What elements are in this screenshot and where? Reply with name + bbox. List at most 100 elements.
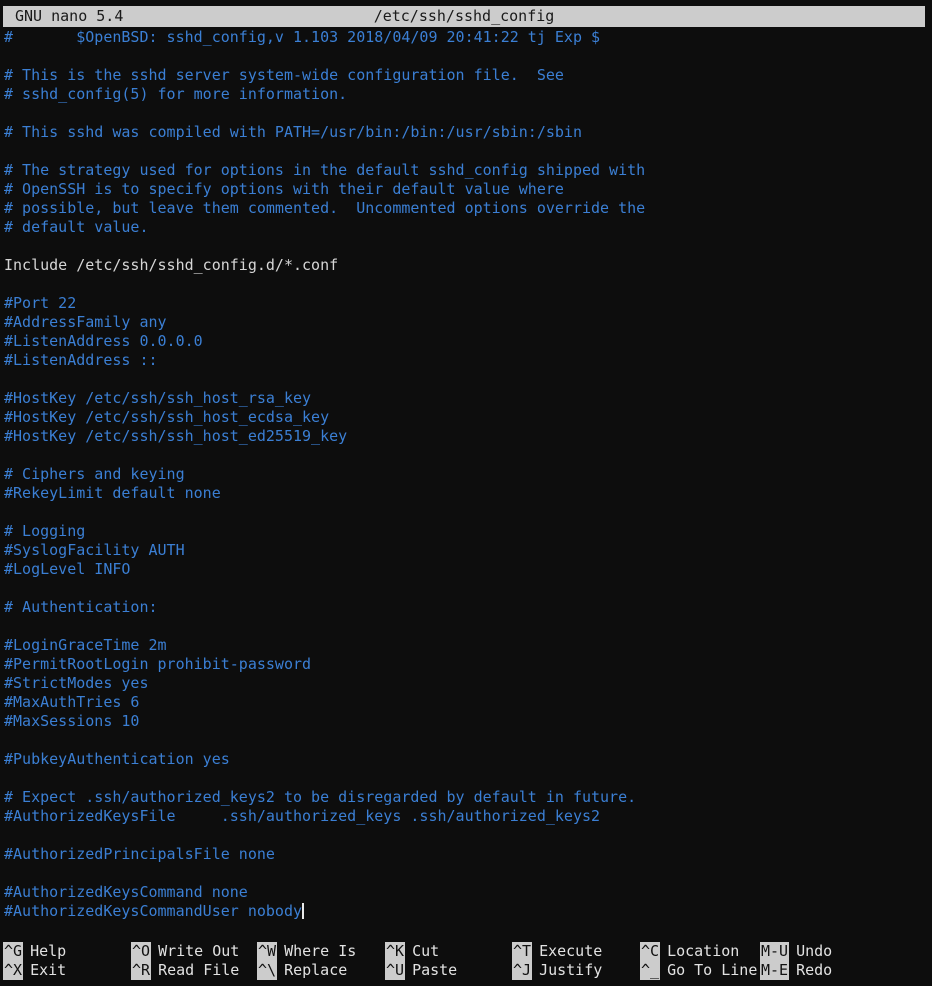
editor-line[interactable]: # Logging <box>4 522 932 541</box>
editor-line[interactable] <box>4 864 932 883</box>
shortcut-label: Help <box>30 942 67 960</box>
editor-line[interactable]: #MaxSessions 10 <box>4 712 932 731</box>
editor-line-text: #HostKey /etc/ssh/ssh_host_rsa_key <box>4 389 312 407</box>
editor-line[interactable]: # OpenSSH is to specify options with the… <box>4 180 932 199</box>
editor-line[interactable] <box>4 370 932 389</box>
editor-line[interactable]: #HostKey /etc/ssh/ssh_host_rsa_key <box>4 389 932 408</box>
editor-line-text: #ListenAddress :: <box>4 351 158 369</box>
shortcut-item-exit[interactable]: ^X Exit <box>3 961 66 980</box>
shortcut-label: Cut <box>412 942 440 960</box>
editor-line[interactable] <box>4 826 932 845</box>
editor-line[interactable]: #AuthorizedKeysCommandUser nobody <box>4 902 932 921</box>
shortcut-item-justify[interactable]: ^J Justify <box>512 961 602 980</box>
editor-line-text: #ListenAddress 0.0.0.0 <box>4 332 203 350</box>
shortcut-label: Location <box>667 942 740 960</box>
shortcut-label: Go To Line <box>667 961 758 979</box>
shortcut-keycap: ^W <box>257 942 278 961</box>
shortcut-item-undo[interactable]: M-U Undo <box>760 942 832 961</box>
editor-line[interactable]: # sshd_config(5) for more information. <box>4 85 932 104</box>
editor-text-area[interactable]: # $OpenBSD: sshd_config,v 1.103 2018/04/… <box>0 28 932 933</box>
editor-line-text: #LoginGraceTime 2m <box>4 636 167 654</box>
editor-line[interactable]: #StrictModes yes <box>4 674 932 693</box>
editor-line[interactable]: #ListenAddress :: <box>4 351 932 370</box>
shortcut-item-redo[interactable]: M-E Redo <box>760 961 832 980</box>
editor-line[interactable]: # Expect .ssh/authorized_keys2 to be dis… <box>4 788 932 807</box>
editor-line-text: #LogLevel INFO <box>4 560 131 578</box>
shortcut-label: Exit <box>30 961 67 979</box>
editor-line[interactable]: #LoginGraceTime 2m <box>4 636 932 655</box>
editor-line-text: # This is the sshd server system-wide co… <box>4 66 564 84</box>
editor-line[interactable]: #SyslogFacility AUTH <box>4 541 932 560</box>
editor-line[interactable] <box>4 237 932 256</box>
editor-line[interactable] <box>4 446 932 465</box>
shortcut-item-location[interactable]: ^C Location <box>640 942 757 961</box>
editor-line-text: #Port 22 <box>4 294 77 312</box>
shortcut-item-execute[interactable]: ^T Execute <box>512 942 602 961</box>
shortcut-keycap: ^T <box>512 942 533 961</box>
editor-line[interactable]: #AddressFamily any <box>4 313 932 332</box>
shortcut-item-help[interactable]: ^G Help <box>3 942 66 961</box>
shortcut-column: ^C Location ^_ Go To Line <box>640 942 757 980</box>
editor-line[interactable]: #ListenAddress 0.0.0.0 <box>4 332 932 351</box>
editor-line[interactable]: #HostKey /etc/ssh/ssh_host_ecdsa_key <box>4 408 932 427</box>
editor-line[interactable]: # The strategy used for options in the d… <box>4 161 932 180</box>
editor-line[interactable]: #AuthorizedKeysFile .ssh/authorized_keys… <box>4 807 932 826</box>
editor-line[interactable] <box>4 503 932 522</box>
editor-line-text: #MaxSessions 10 <box>4 712 140 730</box>
editor-line[interactable]: Include /etc/ssh/sshd_config.d/*.conf <box>4 256 932 275</box>
editor-line[interactable]: #AuthorizedKeysCommand none <box>4 883 932 902</box>
shortcut-item-where-is[interactable]: ^W Where Is <box>257 942 356 961</box>
editor-line[interactable]: #AuthorizedPrincipalsFile none <box>4 845 932 864</box>
editor-line[interactable]: #HostKey /etc/ssh/ssh_host_ed25519_key <box>4 427 932 446</box>
editor-line-text: # sshd_config(5) for more information. <box>4 85 348 103</box>
shortcut-label: Redo <box>796 961 833 979</box>
app-version-label: GNU nano 5.4 <box>15 7 124 25</box>
editor-line[interactable]: #PermitRootLogin prohibit-password <box>4 655 932 674</box>
shortcut-item-paste[interactable]: ^U Paste <box>385 961 457 980</box>
editor-line-text: # Ciphers and keying <box>4 465 185 483</box>
editor-line[interactable] <box>4 104 932 123</box>
editor-line[interactable] <box>4 731 932 750</box>
editor-line[interactable] <box>4 617 932 636</box>
editor-line[interactable]: # possible, but leave them commented. Un… <box>4 199 932 218</box>
shortcut-item-write-out[interactable]: ^O Write Out <box>131 942 239 961</box>
editor-line[interactable]: # Authentication: <box>4 598 932 617</box>
editor-line[interactable] <box>4 142 932 161</box>
editor-line[interactable]: #Port 22 <box>4 294 932 313</box>
shortcut-keycap: ^G <box>3 942 24 961</box>
editor-line[interactable]: #LogLevel INFO <box>4 560 932 579</box>
shortcut-label: Read File <box>158 961 240 979</box>
editor-line[interactable] <box>4 47 932 66</box>
shortcut-label: Paste <box>412 961 458 979</box>
editor-line[interactable]: # This is the sshd server system-wide co… <box>4 66 932 85</box>
editor-line[interactable] <box>4 579 932 598</box>
editor-line-text: #PermitRootLogin prohibit-password <box>4 655 312 673</box>
shortcut-item-go-to-line[interactable]: ^_ Go To Line <box>640 961 757 980</box>
shortcut-item-read-file[interactable]: ^R Read File <box>131 961 239 980</box>
editor-line-text: #RekeyLimit default none <box>4 484 221 502</box>
shortcut-column: ^O Write Out ^R Read File <box>131 942 239 980</box>
shortcut-column: ^T Execute ^J Justify <box>512 942 602 980</box>
shortcut-item-cut[interactable]: ^K Cut <box>385 942 457 961</box>
editor-line[interactable] <box>4 275 932 294</box>
editor-line-text: # OpenSSH is to specify options with the… <box>4 180 564 198</box>
shortcut-item-replace[interactable]: ^\ Replace <box>257 961 356 980</box>
editor-line[interactable]: # default value. <box>4 218 932 237</box>
editor-line-text: #AuthorizedKeysFile .ssh/authorized_keys… <box>4 807 601 825</box>
editor-line-text: Include /etc/ssh/sshd_config.d/*.conf <box>4 256 339 274</box>
editor-line-text: #StrictModes yes <box>4 674 149 692</box>
editor-line[interactable] <box>4 769 932 788</box>
shortcut-keycap: ^_ <box>640 961 661 980</box>
editor-line[interactable]: # This sshd was compiled with PATH=/usr/… <box>4 123 932 142</box>
shortcut-keycap: M-U <box>760 942 790 961</box>
title-bar: GNU nano 5.4 /etc/ssh/sshd_config <box>3 6 925 27</box>
filename-label: /etc/ssh/sshd_config <box>373 7 555 25</box>
editor-line[interactable]: # Ciphers and keying <box>4 465 932 484</box>
editor-line[interactable]: #RekeyLimit default none <box>4 484 932 503</box>
editor-line[interactable]: #MaxAuthTries 6 <box>4 693 932 712</box>
shortcut-keycap: M-E <box>760 961 790 980</box>
editor-line[interactable]: # $OpenBSD: sshd_config,v 1.103 2018/04/… <box>4 28 932 47</box>
editor-line[interactable]: #PubkeyAuthentication yes <box>4 750 932 769</box>
editor-line-text: # Expect .ssh/authorized_keys2 to be dis… <box>4 788 637 806</box>
editor-line-text: # possible, but leave them commented. Un… <box>4 199 646 217</box>
